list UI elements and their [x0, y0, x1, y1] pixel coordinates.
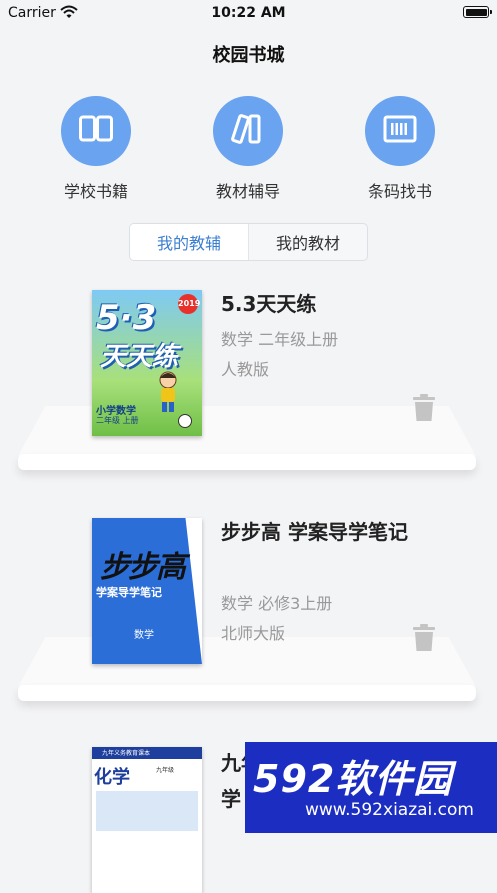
quick-action-circle — [365, 96, 435, 166]
cover-grade: 九年级 — [156, 767, 175, 774]
cover-subject: 数学 — [134, 630, 154, 641]
watermark-logo: 592软件园 — [253, 757, 453, 801]
cover-term-text: 上册 — [122, 416, 139, 425]
book-edition: 北师大版 — [221, 624, 286, 643]
cover-grade: 二年级 上册 — [96, 415, 139, 426]
book-cover[interactable]: 步步高 学案导学笔记 数学 — [92, 518, 202, 664]
book-title[interactable]: 步步高 学案导学笔记 — [221, 514, 411, 550]
status-bar: Carrier 10:22 AM — [0, 0, 497, 26]
quick-action-school-books[interactable]: 学校书籍 — [36, 96, 156, 202]
cover-year-badge: 2019 — [178, 294, 200, 314]
book-subject: 数学 必修3上册 — [221, 594, 333, 613]
soccer-ball-icon — [178, 414, 192, 428]
cover-series: 天天练 — [100, 342, 179, 372]
segmented-control: 我的教辅 我的教材 — [129, 223, 368, 261]
watermark-url: www.592xiazai.com — [305, 800, 474, 820]
open-book-icon — [78, 114, 114, 148]
quick-action-label: 教材辅导 — [215, 182, 280, 201]
cartoon-boy-icon — [150, 370, 186, 416]
watermark-banner: 592软件园 www.592xiazai.com — [245, 742, 497, 833]
book-cover[interactable]: 九年义务教育课本 化学 九年级 — [92, 747, 202, 893]
cover-brand: 步步高 — [100, 550, 186, 585]
tab-my-guides[interactable]: 我的教辅 — [130, 224, 249, 260]
book-cover[interactable]: 2019 5·3 天天练 小学数学 二年级 上册 — [92, 290, 202, 436]
book-subject: 数学 二年级上册 — [221, 330, 339, 349]
page-title: 校园书城 — [212, 45, 285, 66]
tab-my-textbooks[interactable]: 我的教材 — [249, 224, 367, 260]
book-edition: 人教版 — [221, 360, 270, 379]
quick-action-label: 学校书籍 — [63, 182, 128, 201]
cover-series: 学案导学笔记 — [96, 586, 162, 599]
quick-action-label: 条码找书 — [367, 182, 432, 201]
quick-action-circle — [61, 96, 131, 166]
cover-brand: 5·3 — [96, 298, 157, 338]
quick-action-circle — [213, 96, 283, 166]
delete-trash-icon[interactable] — [411, 394, 437, 422]
cover-grade-text: 二年级 — [96, 416, 120, 425]
books-icon — [231, 112, 265, 150]
quick-action-barcode-search[interactable]: 条码找书 — [340, 96, 460, 202]
cover-subject: 化学 — [94, 767, 130, 788]
shelf — [18, 406, 476, 470]
battery-icon — [463, 6, 492, 18]
delete-trash-icon[interactable] — [411, 624, 437, 652]
shelf — [18, 637, 476, 701]
status-time: 10:22 AM — [211, 5, 286, 21]
cover-series: 九年义务教育课本 — [102, 750, 151, 757]
barcode-icon — [383, 115, 417, 147]
quick-action-textbook-guide[interactable]: 教材辅导 — [188, 96, 308, 202]
book-title[interactable]: 5.3天天练 — [221, 286, 411, 322]
